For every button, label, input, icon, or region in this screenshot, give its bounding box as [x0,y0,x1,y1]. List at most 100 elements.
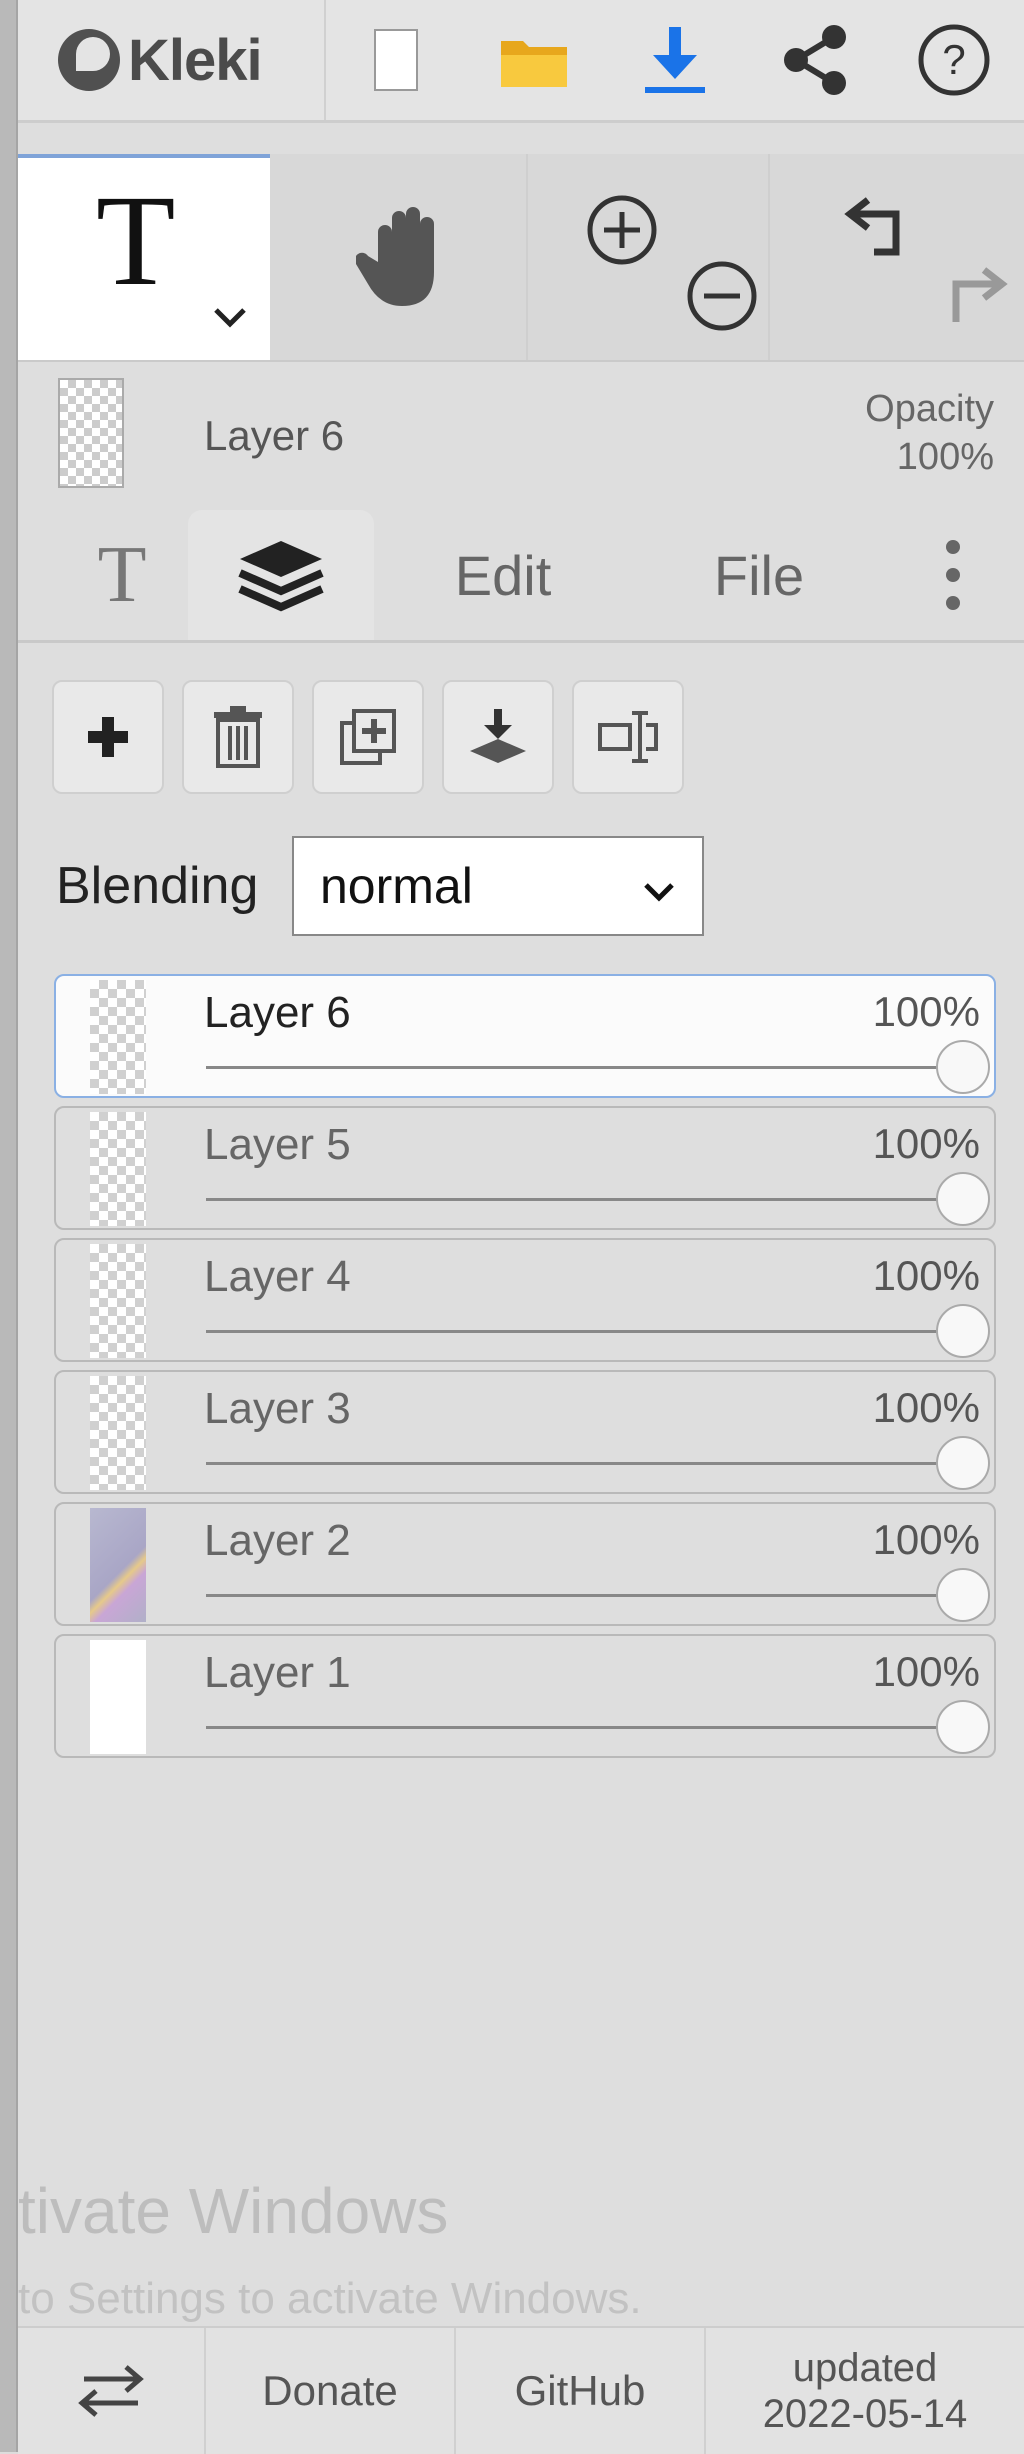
undo-icon[interactable] [840,188,920,268]
tab-edit[interactable]: Edit [418,510,588,640]
opacity-slider-track[interactable] [206,1198,966,1201]
side-panel: Kleki ? T Layer 6 Opacity 100% T Edit Fi… [18,0,1024,2454]
opacity-slider-track[interactable] [206,1594,966,1597]
open-folder-icon[interactable] [490,15,580,105]
redo-icon[interactable] [932,258,1012,338]
layer-thumbnail [90,1244,146,1358]
layer-thumbnail [90,1640,146,1754]
chevron-down-icon [642,857,676,915]
opacity-slider-knob[interactable] [936,1568,990,1622]
layer-name: Layer 6 [204,988,351,1037]
layer-name: Layer 1 [204,1648,351,1697]
hand-tool-button[interactable] [286,154,528,360]
blending-select[interactable]: normal [292,836,704,936]
layer-item[interactable]: Layer 4 100% [54,1238,996,1362]
layer-opacity: 100% [872,1648,980,1695]
layer-thumbnail [90,1508,146,1622]
updated-date: 2022-05-14 [762,2392,968,2436]
kleki-logo-icon [58,29,120,91]
layer-thumbnail [90,980,146,1094]
github-link[interactable]: GitHub [456,2328,706,2454]
blending-value: normal [320,858,473,914]
blending-label: Blending [56,857,259,915]
layer-item[interactable]: Layer 3 100% [54,1370,996,1494]
chevron-down-icon[interactable] [212,306,248,335]
opacity-slider-track[interactable] [206,1726,966,1729]
history-tools [770,154,1024,360]
tool-row: T [18,154,1024,362]
text-tool-icon: T [96,169,176,313]
panel-tabs: T Edit File [18,500,1024,643]
opacity-slider-track[interactable] [206,1462,966,1465]
layer-name: Layer 4 [204,1252,351,1301]
activation-watermark-title: tivate Windows [18,2175,449,2247]
layer-opacity: 100% [872,1516,980,1563]
add-layer-button[interactable] [52,680,164,794]
layer-opacity: 100% [872,1120,980,1167]
layer-thumbnail [90,1112,146,1226]
delete-layer-button[interactable] [182,680,294,794]
updated-label: updated [792,2346,938,2390]
layer-item[interactable]: Layer 2 100% [54,1502,996,1626]
footer: Donate GitHub updated 2022-05-14 [18,2326,1024,2454]
layer-actions [52,680,684,794]
opacity-slider-track[interactable] [206,1330,966,1333]
svg-text:?: ? [942,36,965,83]
download-icon[interactable] [630,15,720,105]
window-edge [0,0,18,2452]
opacity-slider-knob[interactable] [936,1700,990,1754]
hand-icon [356,207,434,306]
duplicate-layer-button[interactable] [312,680,424,794]
current-layer-opacity: Opacity 100% [865,386,994,481]
duplicate-layer-icon [340,709,396,765]
opacity-slider-track[interactable] [206,1066,966,1069]
rename-layer-button[interactable] [572,680,684,794]
current-layer-name: Layer 6 [204,412,345,459]
layer-item[interactable]: Layer 1 100% [54,1634,996,1758]
layer-item[interactable]: Layer 5 100% [54,1106,996,1230]
layer-name: Layer 3 [204,1384,351,1433]
layer-item[interactable]: Layer 6 100% [54,974,996,1098]
opacity-slider-knob[interactable] [936,1304,990,1358]
opacity-slider-knob[interactable] [936,1172,990,1226]
new-image-icon[interactable] [351,15,441,105]
tab-layers[interactable] [188,510,374,640]
activation-watermark-text: to Settings to activate Windows. [18,2274,642,2323]
add-layer-icon [88,717,128,757]
layer-list: Layer 6 100% Layer 5 100% Layer 4 100% L… [54,974,996,1766]
swap-side-button[interactable] [18,2328,206,2454]
share-icon[interactable] [770,15,860,105]
layer-name: Layer 5 [204,1120,351,1169]
current-layer-thumbnail [58,378,124,488]
tab-file[interactable]: File [674,510,844,640]
layer-name: Layer 2 [204,1516,351,1565]
tab-text[interactable]: T [76,510,168,640]
zoom-out-icon[interactable] [684,258,760,334]
layer-thumbnail [90,1376,146,1490]
layer-opacity: 100% [872,988,980,1035]
merge-down-button[interactable] [442,680,554,794]
opacity-value: 100% [896,435,994,478]
text-tab-icon: T [97,530,147,619]
opacity-slider-knob[interactable] [936,1436,990,1490]
zoom-in-icon[interactable] [584,192,660,268]
kleki-logo[interactable]: Kleki [18,0,326,120]
updated-link[interactable]: updated 2022-05-14 [706,2328,1024,2454]
donate-link[interactable]: Donate [206,2328,456,2454]
layer-opacity: 100% [872,1252,980,1299]
opacity-slider-knob[interactable] [936,1040,990,1094]
merge-down-icon [470,709,526,763]
zoom-tools [528,154,770,360]
top-bar: Kleki ? [18,0,1024,123]
more-vertical-icon [946,540,960,610]
help-icon[interactable]: ? [909,15,999,105]
text-tool-button[interactable]: T [18,154,270,360]
opacity-label: Opacity [865,388,994,430]
top-actions: ? [326,0,1024,120]
app-name: Kleki [128,27,263,93]
layer-opacity: 100% [872,1384,980,1431]
swap-icon [78,2365,144,2417]
tab-more[interactable] [918,510,988,640]
current-layer-info: Layer 6 Opacity 100% [18,360,1024,500]
delete-layer-icon [214,706,262,768]
